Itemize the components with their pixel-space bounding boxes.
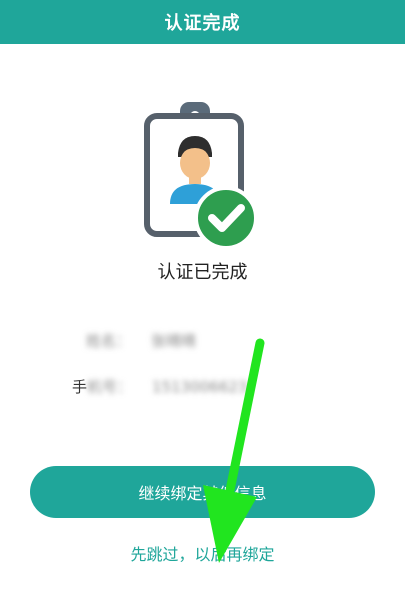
annotation-arrow-icon (203, 338, 265, 563)
name-label: 姓名： (86, 332, 132, 350)
continue-binding-button[interactable]: 继续绑定其他信息 (30, 466, 375, 518)
status-text: 认证已完成 (157, 262, 248, 283)
name-value: 张晴晴 (151, 332, 197, 350)
phone-row: 手 机号： 1513006623 (72, 376, 247, 397)
id-badge-check-icon (144, 102, 258, 250)
skip-link[interactable]: 先跳过，以后再绑定 (0, 541, 405, 565)
phone-value: 1513006623 (152, 377, 248, 396)
name-row: 姓名： 张晴晴 (72, 330, 196, 351)
page-title: 认证完成 (164, 13, 241, 34)
top-bar: 认证完成 (0, 0, 405, 44)
phone-label-blurred: 机号： (87, 378, 133, 396)
phone-label-visible: 手 (72, 378, 88, 396)
